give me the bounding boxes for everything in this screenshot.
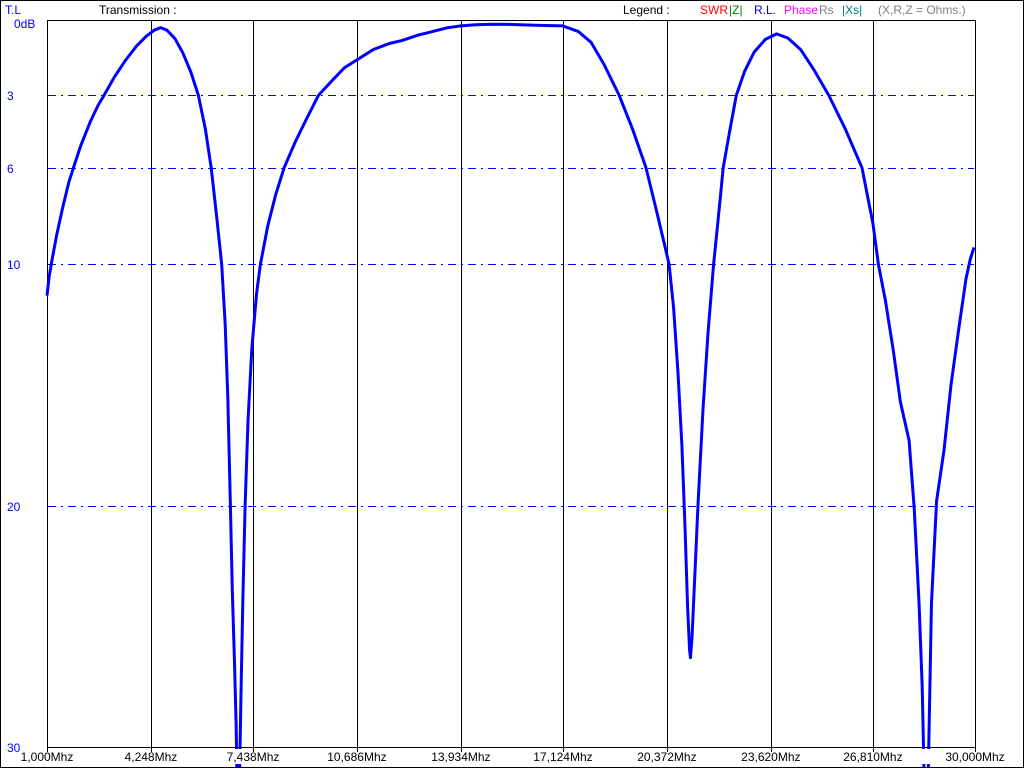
y-tick-label: 3 (7, 89, 14, 103)
x-tick-label: 23,620Mhz (741, 750, 800, 764)
x-tick-mark (975, 748, 976, 752)
x-tick-label: 4,248Mhz (125, 750, 178, 764)
x-tick-mark (357, 748, 358, 752)
x-tick-label: 1,000Mhz (21, 750, 74, 764)
x-tick-label: 20,372Mhz (637, 750, 696, 764)
x-tick-mark (667, 748, 668, 752)
app-window: T.L Transmission : Legend : SWR|Z|R.L.Ph… (0, 0, 1024, 768)
x-tick-mark (47, 748, 48, 752)
x-tick-label: 30,000Mhz (945, 750, 1004, 764)
x-tick-mark (151, 748, 152, 752)
x-tick-mark (563, 748, 564, 752)
transmission-loss-trace (47, 24, 974, 768)
plot-area[interactable] (1, 1, 1024, 768)
x-tick-mark (253, 748, 254, 752)
y-tick-label: 20 (7, 500, 20, 514)
x-tick-mark (461, 748, 462, 752)
plot-border (48, 21, 976, 748)
y-tick-label: 30 (7, 741, 20, 755)
x-tick-label: 26,810Mhz (843, 750, 902, 764)
x-tick-label: 17,124Mhz (533, 750, 592, 764)
x-tick-label: 13,934Mhz (431, 750, 490, 764)
x-axis-label-band: 1,000Mhz 4,248Mhz 7,438Mhz 10,686Mhz 13,934M… (2, 749, 1023, 764)
x-tick-label: 10,686Mhz (327, 750, 386, 764)
x-tick-mark (771, 748, 772, 752)
y-tick-label: 6 (7, 162, 14, 176)
x-tick-mark (873, 748, 874, 752)
y-tick-label: 10 (7, 258, 20, 272)
x-tick-label: 7,438Mhz (227, 750, 280, 764)
y-tick-label: 0dB (14, 17, 35, 31)
